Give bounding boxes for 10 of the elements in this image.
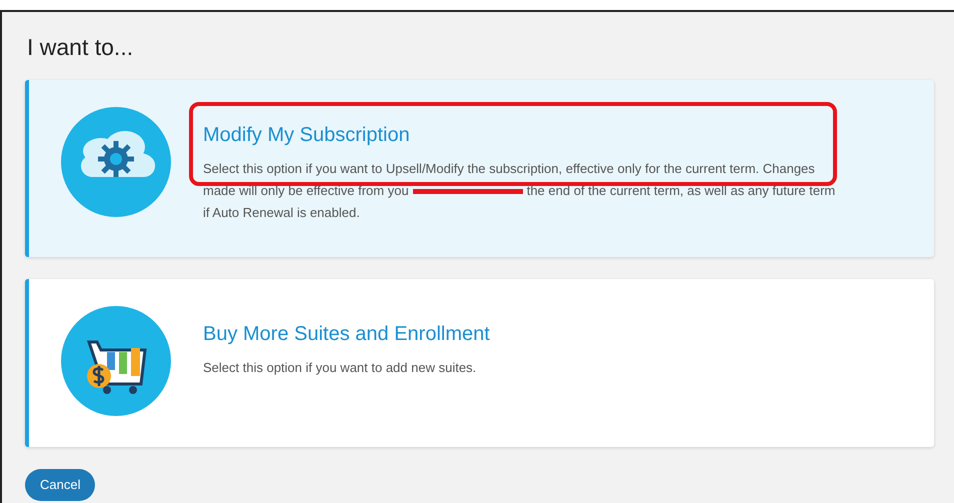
cancel-button[interactable]: Cancel (25, 469, 96, 500)
option-card[interactable] (25, 80, 934, 257)
option-title[interactable]: Modify My Subscription (203, 120, 934, 150)
option-description: Select this option if you want to Upsell/Modify the subscription, effective only for the current term. Changes made will only be effective from you the end of the current term, as well as any future term if Auto Renewal is enabled. (203, 160, 836, 222)
option-description: Select this option if you want to add new suites. (203, 359, 478, 377)
cloud-gear-icon (61, 107, 171, 217)
option-title[interactable]: Buy More Suites and Enrollment (203, 319, 934, 349)
shopping-cart-icon (61, 306, 171, 416)
page-heading: I want to... (26, 33, 134, 62)
option-card[interactable]: Buy More Suites and Enrollment Select this option if you want to add new suites. (25, 279, 934, 447)
